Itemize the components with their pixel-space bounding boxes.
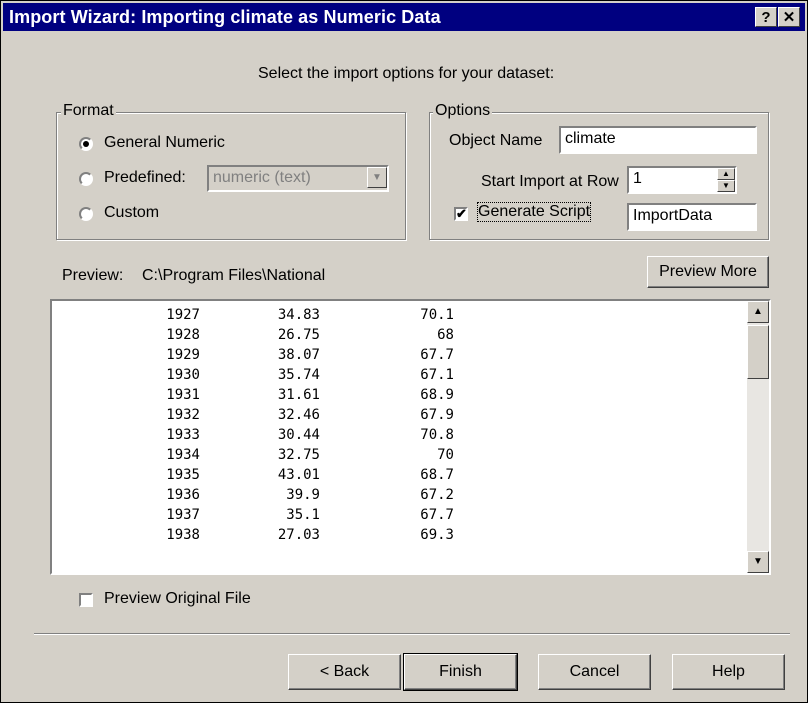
table-cell: 1937 bbox=[166, 507, 200, 523]
finish-button[interactable]: Finish bbox=[403, 653, 518, 691]
back-button-label: < Back bbox=[319, 663, 370, 680]
table-cell: 35.74 bbox=[277, 367, 320, 383]
table-cell: 68.7 bbox=[420, 467, 454, 483]
table-cell: 34.83 bbox=[277, 307, 320, 323]
scroll-down-icon[interactable]: ▼ bbox=[747, 551, 769, 573]
table-cell: 1938 bbox=[166, 527, 200, 543]
table-cell: 31.61 bbox=[277, 387, 320, 403]
table-cell: 70.8 bbox=[420, 427, 454, 443]
table-cell: 70 bbox=[437, 447, 454, 463]
predefined-label[interactable]: Predefined: bbox=[104, 169, 186, 187]
preview-original-label[interactable]: Preview Original File bbox=[104, 590, 251, 608]
table-cell: 69.3 bbox=[420, 527, 454, 543]
back-button[interactable]: < Back bbox=[288, 654, 401, 690]
table-cell: 67.1 bbox=[420, 367, 454, 383]
table-cell: 35.1 bbox=[286, 507, 320, 523]
table-cell: 68.9 bbox=[420, 387, 454, 403]
close-button[interactable]: ✕ bbox=[778, 7, 800, 27]
script-name-input[interactable]: ImportData bbox=[627, 203, 757, 231]
custom-radio[interactable] bbox=[79, 207, 93, 221]
table-cell: 67.2 bbox=[420, 487, 454, 503]
table-cell: 39.9 bbox=[286, 487, 320, 503]
scrollbar-thumb[interactable] bbox=[747, 325, 769, 379]
table-cell: 67.7 bbox=[420, 347, 454, 363]
table-cell: 27.03 bbox=[277, 527, 320, 543]
vertical-scrollbar[interactable]: ▲ ▼ bbox=[747, 301, 769, 573]
preview-original-checkbox[interactable] bbox=[79, 593, 93, 607]
preview-path: C:\Program Files\National bbox=[142, 267, 326, 284]
import-wizard-dialog: Import Wizard: Importing climate as Nume… bbox=[0, 0, 808, 703]
table-cell: 32.46 bbox=[277, 407, 320, 423]
preview-more-button[interactable]: Preview More bbox=[647, 256, 769, 288]
table-cell: 68 bbox=[437, 327, 454, 343]
predefined-format-select[interactable]: numeric (text) ▼ bbox=[207, 165, 389, 192]
table-cell: 67.7 bbox=[420, 507, 454, 523]
spin-down-icon[interactable]: ▼ bbox=[717, 180, 735, 192]
title-bar: Import Wizard: Importing climate as Nume… bbox=[3, 3, 805, 31]
table-cell: 32.75 bbox=[277, 447, 320, 463]
table-cell: 38.07 bbox=[277, 347, 320, 363]
table-cell: 1934 bbox=[166, 447, 200, 463]
start-row-label: Start Import at Row bbox=[481, 173, 619, 190]
table-cell: 43.01 bbox=[277, 467, 320, 483]
cancel-button[interactable]: Cancel bbox=[538, 654, 651, 690]
radio-selected-dot-icon bbox=[83, 141, 89, 147]
dropdown-arrow-icon[interactable]: ▼ bbox=[367, 167, 387, 188]
instructions-text: Select the import options for your datas… bbox=[258, 65, 555, 82]
spin-up-icon[interactable]: ▲ bbox=[717, 168, 735, 180]
options-group-label: Options bbox=[433, 102, 493, 120]
predefined-format-value: numeric (text) bbox=[213, 169, 311, 186]
help-title-button[interactable]: ? bbox=[755, 7, 777, 27]
data-preview-pane[interactable]: 1927 34.83 70.1 1928 26.75 68 1929 38.07 67.7 193… bbox=[50, 299, 771, 575]
table-cell: 26.75 bbox=[277, 327, 320, 343]
custom-label[interactable]: Custom bbox=[104, 204, 159, 222]
general-numeric-radio[interactable] bbox=[79, 137, 93, 151]
table-cell: 1936 bbox=[166, 487, 200, 503]
general-numeric-label[interactable]: General Numeric bbox=[104, 134, 225, 152]
table-cell: 1933 bbox=[166, 427, 200, 443]
scroll-up-icon[interactable]: ▲ bbox=[747, 301, 769, 323]
table-cell: 1932 bbox=[166, 407, 200, 423]
table-cell: 1930 bbox=[166, 367, 200, 383]
table-cell: 67.9 bbox=[420, 407, 454, 423]
start-row-value: 1 bbox=[633, 170, 642, 187]
table-cell: 1929 bbox=[166, 347, 200, 363]
preview-label: Preview: bbox=[62, 267, 124, 284]
checkmark-icon: ✔ bbox=[456, 206, 467, 221]
help-button[interactable]: Help bbox=[672, 654, 785, 690]
table-cell: 1931 bbox=[166, 387, 200, 403]
object-name-input[interactable]: climate bbox=[559, 126, 757, 154]
table-cell: 70.1 bbox=[420, 307, 454, 323]
object-name-label: Object Name bbox=[449, 132, 543, 149]
footer-separator bbox=[34, 633, 790, 635]
generate-script-label[interactable]: Generate Script bbox=[476, 202, 592, 222]
table-cell: 1928 bbox=[166, 327, 200, 343]
table-cell: 1927 bbox=[166, 307, 200, 323]
table-cell: 1935 bbox=[166, 467, 200, 483]
window-title: Import Wizard: Importing climate as Nume… bbox=[9, 7, 441, 27]
start-row-input[interactable]: 1 ▲ ▼ bbox=[627, 166, 737, 194]
generate-script-checkbox[interactable]: ✔ bbox=[454, 207, 468, 221]
predefined-radio[interactable] bbox=[79, 172, 93, 186]
format-group-label: Format bbox=[61, 102, 116, 120]
table-cell: 30.44 bbox=[277, 427, 320, 443]
